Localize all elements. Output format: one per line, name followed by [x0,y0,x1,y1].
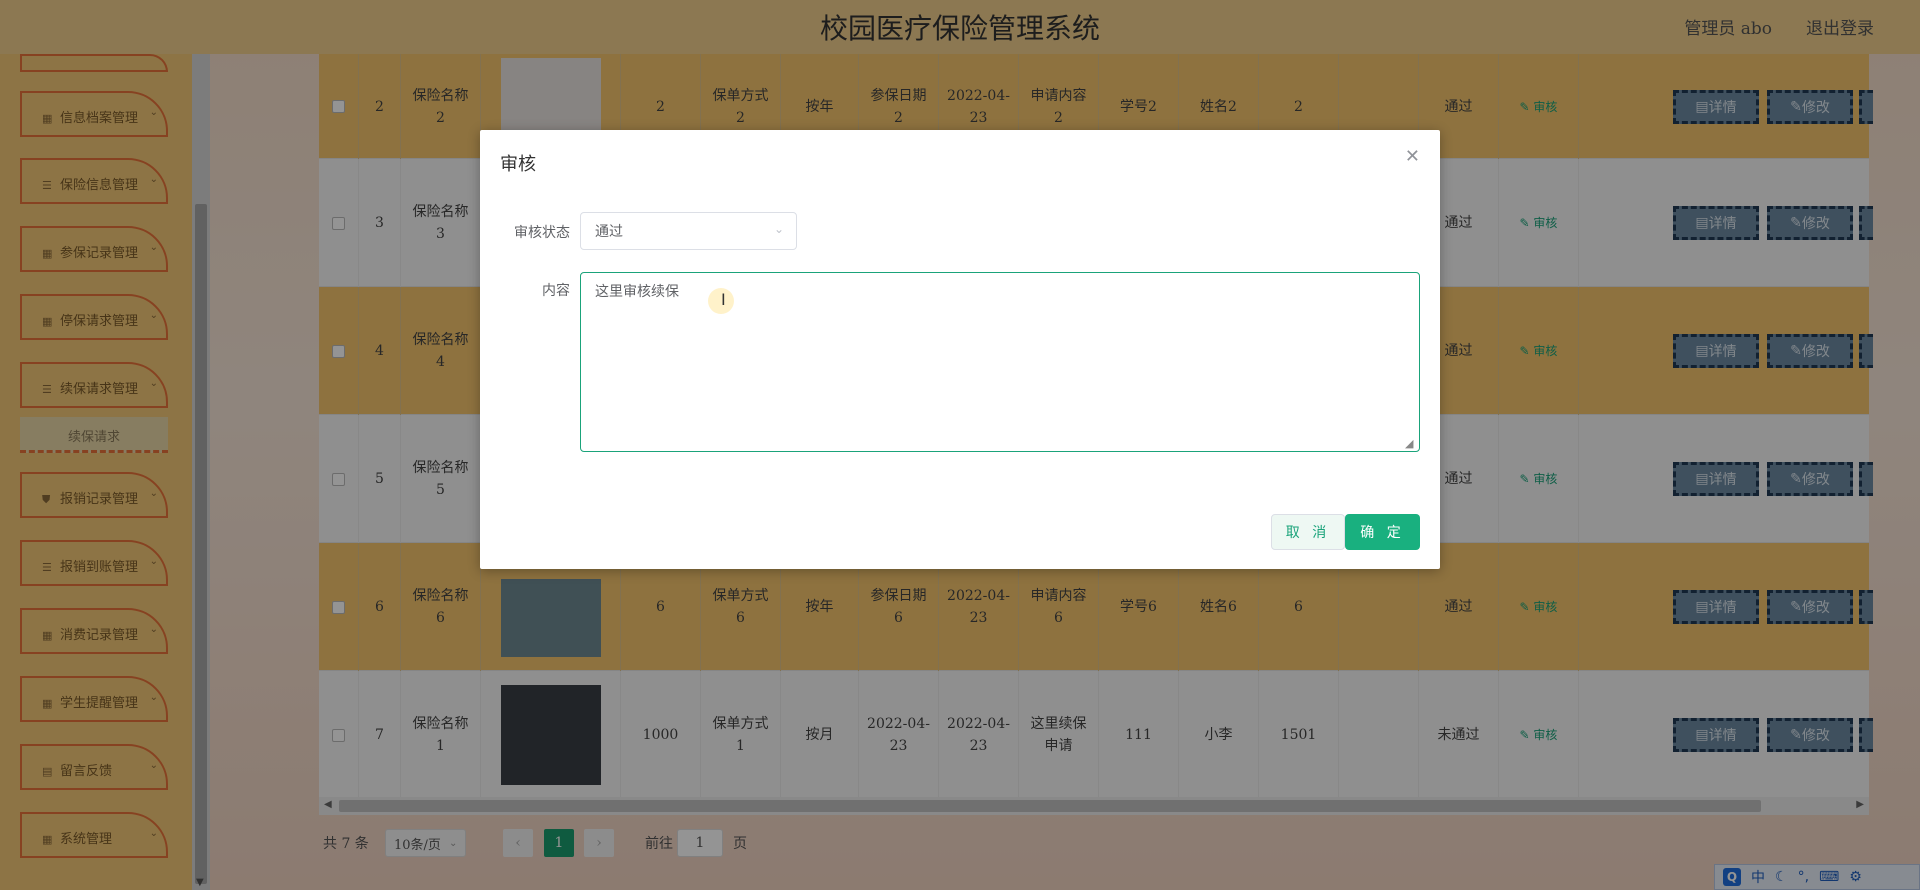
content-textarea[interactable] [580,272,1420,452]
audit-dialog: 审核 ✕ 审核状态 通过 ⌄ 内容 ◢ I 取 消 确 定 [480,130,1440,569]
text-cursor-icon: I [721,290,726,309]
cancel-button[interactable]: 取 消 [1271,514,1345,550]
resize-handle-icon[interactable]: ◢ [1405,437,1413,450]
confirm-button[interactable]: 确 定 [1345,514,1420,550]
chevron-down-icon: ⌄ [773,222,784,236]
audit-status-select[interactable]: 通过 ⌄ [580,212,797,250]
dialog-title: 审核 [500,154,536,175]
audit-status-value: 通过 [595,224,623,240]
close-icon[interactable]: ✕ [1405,146,1420,167]
audit-status-label: 审核状态 [514,225,570,241]
content-label: 内容 [542,283,570,299]
